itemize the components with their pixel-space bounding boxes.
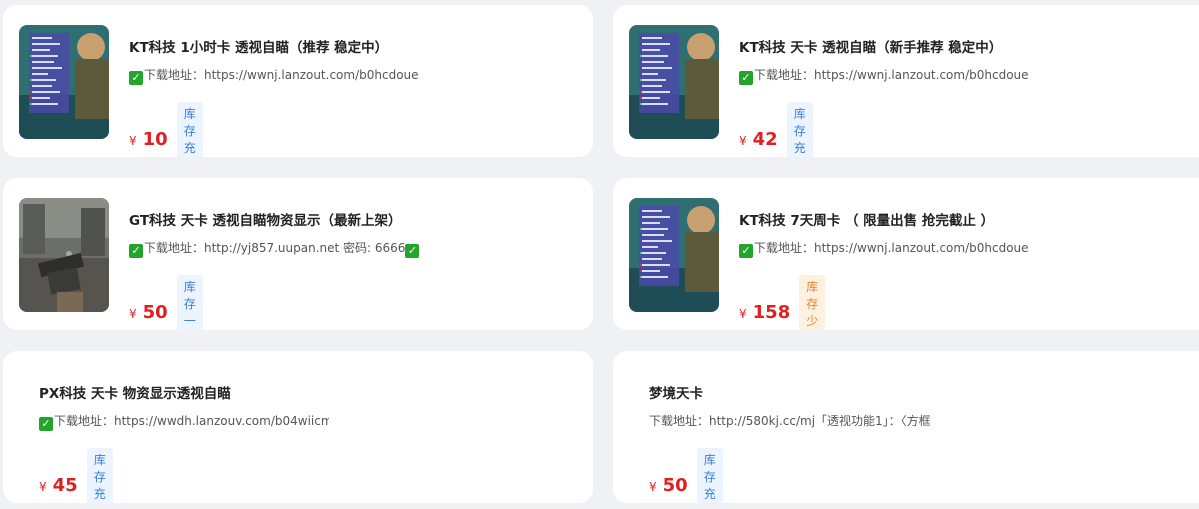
currency-symbol: ¥: [129, 307, 137, 321]
download-link-text: 下载地址：https://wwnj.lanzout.com/b0hcdoueb: [754, 241, 1029, 255]
download-link-text: 下载地址：http://yj857.uupan.net 密码: 6666: [144, 241, 406, 255]
currency-symbol: ¥: [129, 134, 137, 148]
product-title[interactable]: KT科技 天卡 透视自瞄（新手推荐 稳定中）: [739, 36, 1002, 56]
product-grid: KT科技 1小时卡 透视自瞄（推荐 稳定中） ✓ 下载地址：https://wwn…: [0, 0, 1199, 509]
price-row: ¥ 45 库存充足: [39, 448, 113, 503]
product-card[interactable]: KT科技 天卡 透视自瞄（新手推荐 稳定中） ✓ 下载地址：https://wwn…: [613, 5, 1199, 157]
product-title[interactable]: KT科技 1小时卡 透视自瞄（推荐 稳定中）: [129, 36, 388, 56]
product-card[interactable]: KT科技 1小时卡 透视自瞄（推荐 稳定中） ✓ 下载地址：https://wwn…: [3, 5, 593, 157]
game-menu-thumbnail: [19, 25, 109, 139]
stock-badge: 库存充足: [786, 102, 813, 157]
check-icon: ✓: [405, 244, 419, 258]
product-price: 50: [662, 474, 688, 496]
stock-badge: 库存少量: [799, 275, 826, 330]
product-card[interactable]: KT科技 7天周卡 （ 限量出售 抢完截止 ） ✓ 下载地址：https://ww…: [613, 178, 1199, 330]
price-row: ¥ 158 库存少量: [739, 275, 826, 330]
product-description: ✓ 下载地址：https://wwdh.lanzouv.com/b04wiicml: [39, 412, 329, 431]
check-icon: ✓: [129, 244, 143, 258]
download-link-text: 下载地址：http://580kj.cc/mj「透视功能1」：〈方框: [649, 414, 931, 428]
product-title[interactable]: 梦境天卡: [649, 382, 703, 402]
currency-symbol: ¥: [39, 480, 47, 494]
currency-symbol: ¥: [739, 134, 747, 148]
check-icon: ✓: [739, 71, 753, 85]
product-description: ✓ 下载地址：http://yj857.uupan.net 密码: 6666 ✓: [129, 239, 419, 258]
price-row: ¥ 50 库存充足: [649, 448, 723, 503]
price-row: ¥ 50 库存一般: [129, 275, 203, 330]
product-card[interactable]: 梦境天卡 下载地址：http://580kj.cc/mj「透视功能1」：〈方框 …: [613, 351, 1199, 503]
product-card[interactable]: GT科技 天卡 透视自瞄物资显示（最新上架） ✓ 下载地址：http://yj85…: [3, 178, 593, 330]
product-title[interactable]: GT科技 天卡 透视自瞄物资显示（最新上架）: [129, 209, 401, 229]
download-link-text: 下载地址：https://wwnj.lanzout.com/b0hcdoueb: [754, 68, 1029, 82]
stock-badge: 库存充足: [696, 448, 723, 503]
product-price: 10: [142, 128, 168, 150]
currency-symbol: ¥: [739, 307, 747, 321]
product-description: 下载地址：http://580kj.cc/mj「透视功能1」：〈方框: [649, 412, 939, 429]
product-thumbnail[interactable]: [19, 198, 109, 312]
product-price: 158: [752, 301, 791, 323]
stock-badge: 库存充足: [86, 448, 113, 503]
price-row: ¥ 42 库存充足: [739, 102, 813, 157]
game-menu-thumbnail: [629, 198, 719, 312]
check-icon: ✓: [129, 71, 143, 85]
product-thumbnail[interactable]: [629, 25, 719, 139]
product-description: ✓ 下载地址：https://wwnj.lanzout.com/b0hcdoueb: [129, 66, 419, 85]
product-title[interactable]: KT科技 7天周卡 （ 限量出售 抢完截止 ）: [739, 209, 994, 229]
check-icon: ✓: [39, 417, 53, 431]
game-gun-thumbnail: [19, 198, 109, 312]
price-row: ¥ 10 库存充足: [129, 102, 203, 157]
product-thumbnail[interactable]: [629, 198, 719, 312]
game-menu-thumbnail: [629, 25, 719, 139]
product-price: 42: [752, 128, 778, 150]
product-thumbnail[interactable]: [19, 25, 109, 139]
check-icon: ✓: [739, 244, 753, 258]
stock-badge: 库存一般: [176, 275, 203, 330]
product-title[interactable]: PX科技 天卡 物资显示透视自瞄: [39, 382, 231, 402]
download-link-text: 下载地址：https://wwnj.lanzout.com/b0hcdoueb: [144, 68, 419, 82]
download-link-text: 下载地址：https://wwdh.lanzouv.com/b04wiicml: [54, 414, 329, 428]
product-description: ✓ 下载地址：https://wwnj.lanzout.com/b0hcdoueb: [739, 66, 1029, 85]
product-card[interactable]: PX科技 天卡 物资显示透视自瞄 ✓ 下载地址：https://wwdh.lanz…: [3, 351, 593, 503]
currency-symbol: ¥: [649, 480, 657, 494]
product-description: ✓ 下载地址：https://wwnj.lanzout.com/b0hcdoueb: [739, 239, 1029, 258]
product-price: 50: [142, 301, 168, 323]
product-price: 45: [52, 474, 78, 496]
stock-badge: 库存充足: [176, 102, 203, 157]
